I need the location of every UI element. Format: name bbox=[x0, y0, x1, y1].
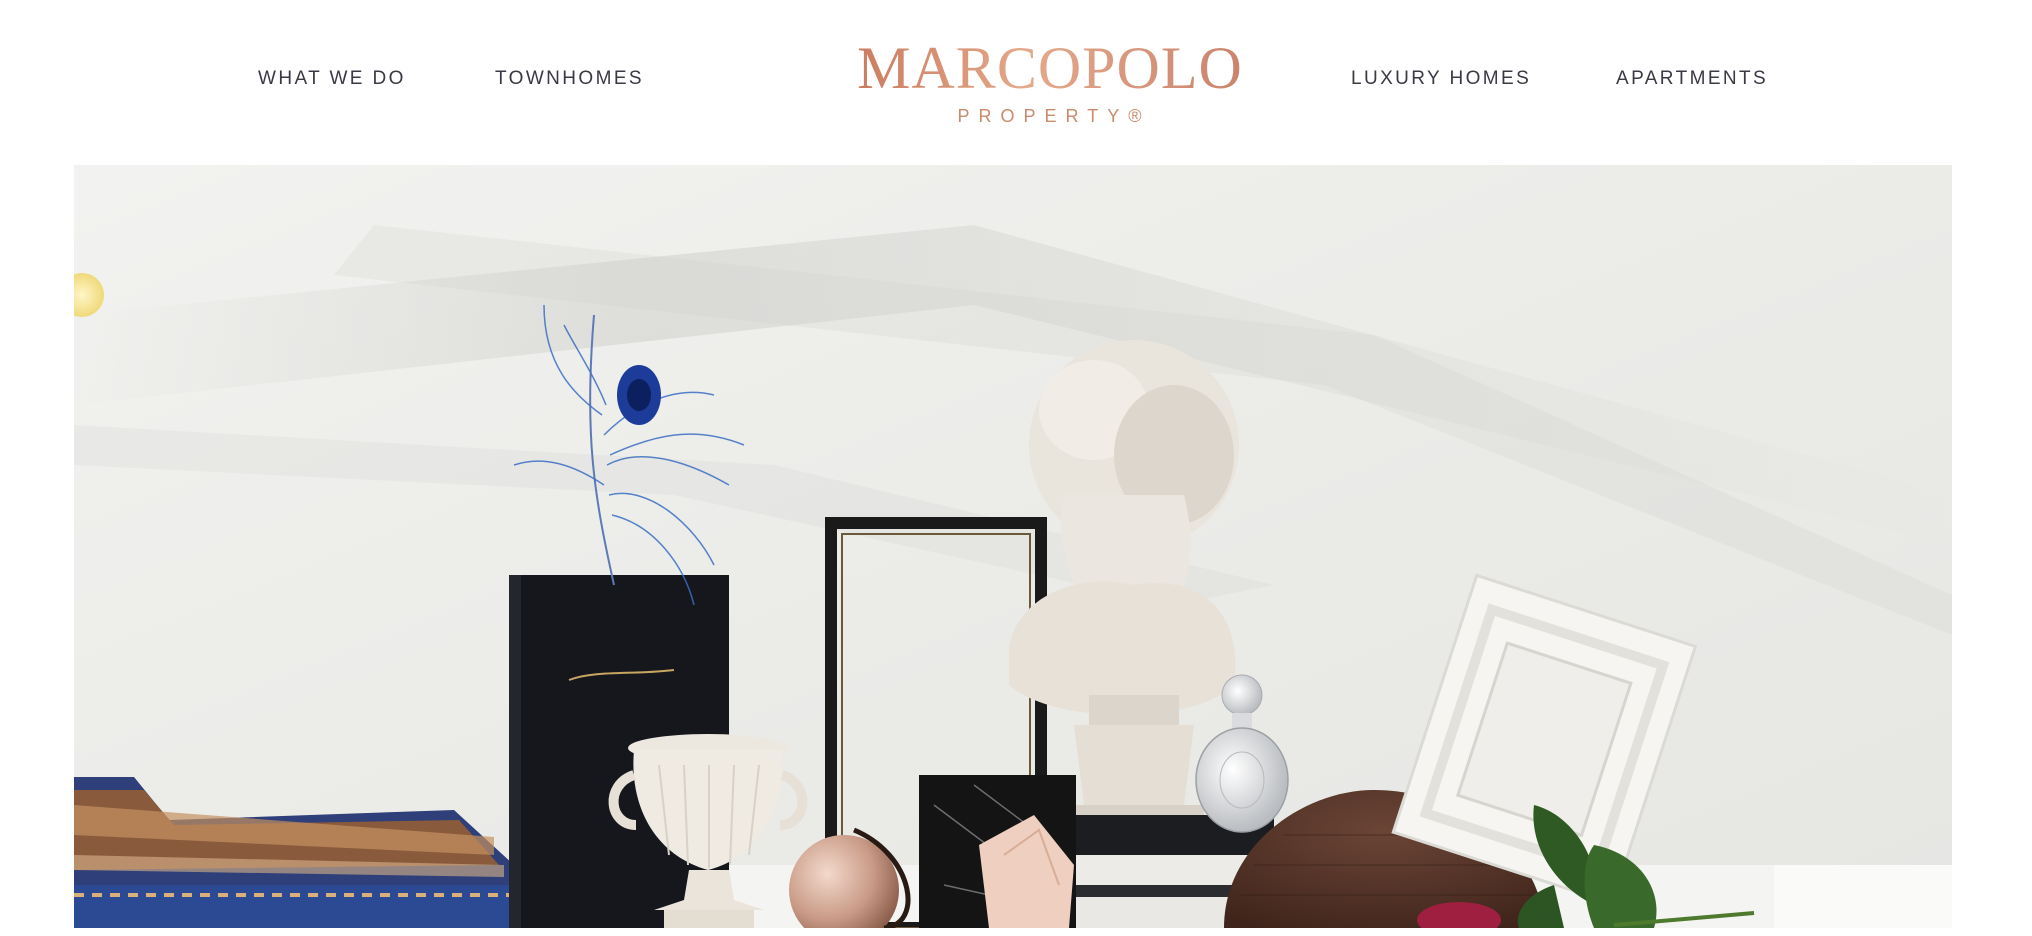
brand-logo[interactable]: MARCOPOLO PROPERTY® bbox=[840, 36, 1260, 127]
hero-still-life bbox=[74, 165, 1952, 928]
hero-image bbox=[74, 165, 1952, 928]
page: WHAT WE DO TOWNHOMES MARCOPOLO PROPERTY®… bbox=[0, 0, 2032, 936]
site-header: WHAT WE DO TOWNHOMES MARCOPOLO PROPERTY®… bbox=[74, 0, 1952, 165]
nav-link-townhomes[interactable]: TOWNHOMES bbox=[495, 68, 644, 90]
logo-wordmark: MARCOPOLO bbox=[840, 36, 1260, 100]
nav-link-what-we-do[interactable]: WHAT WE DO bbox=[258, 68, 406, 90]
nav-link-luxury-homes[interactable]: LUXURY HOMES bbox=[1351, 68, 1531, 90]
nav-link-apartments[interactable]: APARTMENTS bbox=[1616, 68, 1768, 90]
logo-tagline: PROPERTY® bbox=[957, 106, 1151, 126]
